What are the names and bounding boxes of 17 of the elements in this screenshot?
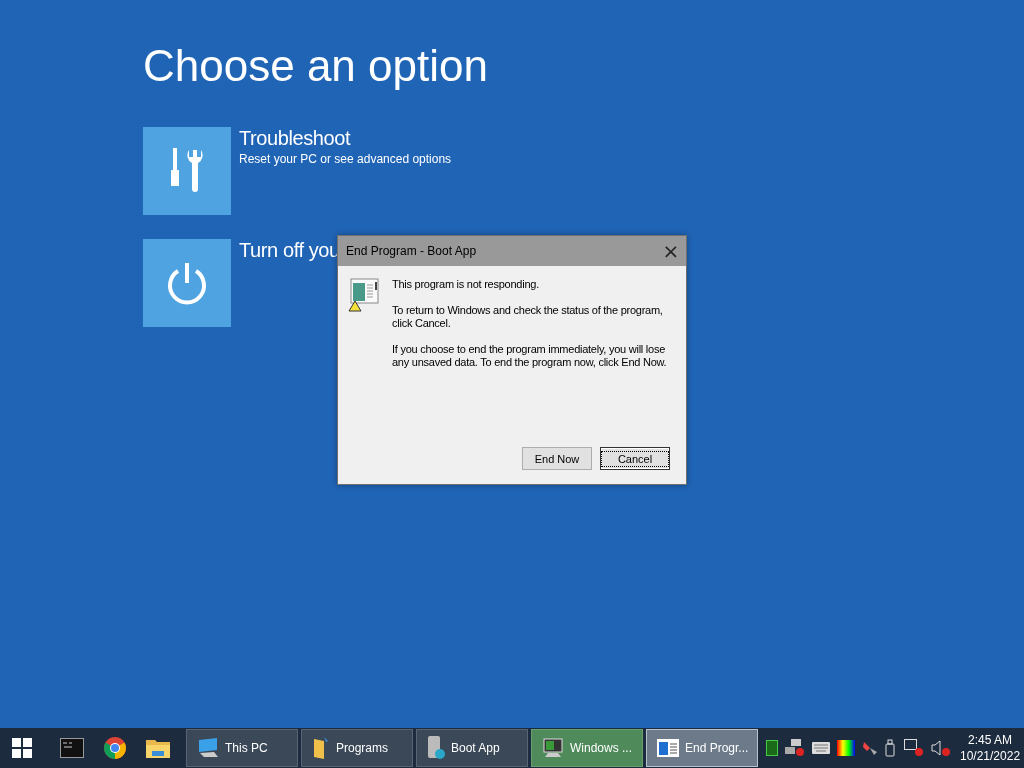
dialog-message: If you choose to end the program immediately, you will lose any unsaved data. To end the program now, click End Now.: [392, 343, 668, 369]
taskbar-button[interactable]: This PC: [186, 729, 298, 767]
page-title: Choose an option: [143, 40, 489, 92]
taskbar-button[interactable]: Programs: [301, 729, 413, 767]
clock-time[interactable]: 2:45 AM: [968, 732, 1013, 748]
close-button[interactable]: ×: [656, 236, 686, 266]
taskbar-button[interactable]: Windows ...: [531, 729, 643, 767]
option-title[interactable]: Troubleshoot: [239, 127, 452, 149]
taskbar-button[interactable]: End Progr...: [646, 729, 758, 767]
dialog-message: To return to Windows and check the status of the program, click Cancel.: [392, 304, 664, 330]
dialog-message: This program is not responding.: [392, 278, 540, 291]
clock-date[interactable]: 10/21/2022: [960, 748, 1021, 764]
dialog-title: End Program - Boot App: [346, 244, 477, 258]
option-description: Reset your PC or see advanced options: [239, 152, 452, 166]
dialog-button[interactable]: End Now: [522, 447, 592, 470]
taskbar-button[interactable]: Boot App: [416, 729, 528, 767]
dialog-button[interactable]: Cancel: [600, 447, 670, 470]
